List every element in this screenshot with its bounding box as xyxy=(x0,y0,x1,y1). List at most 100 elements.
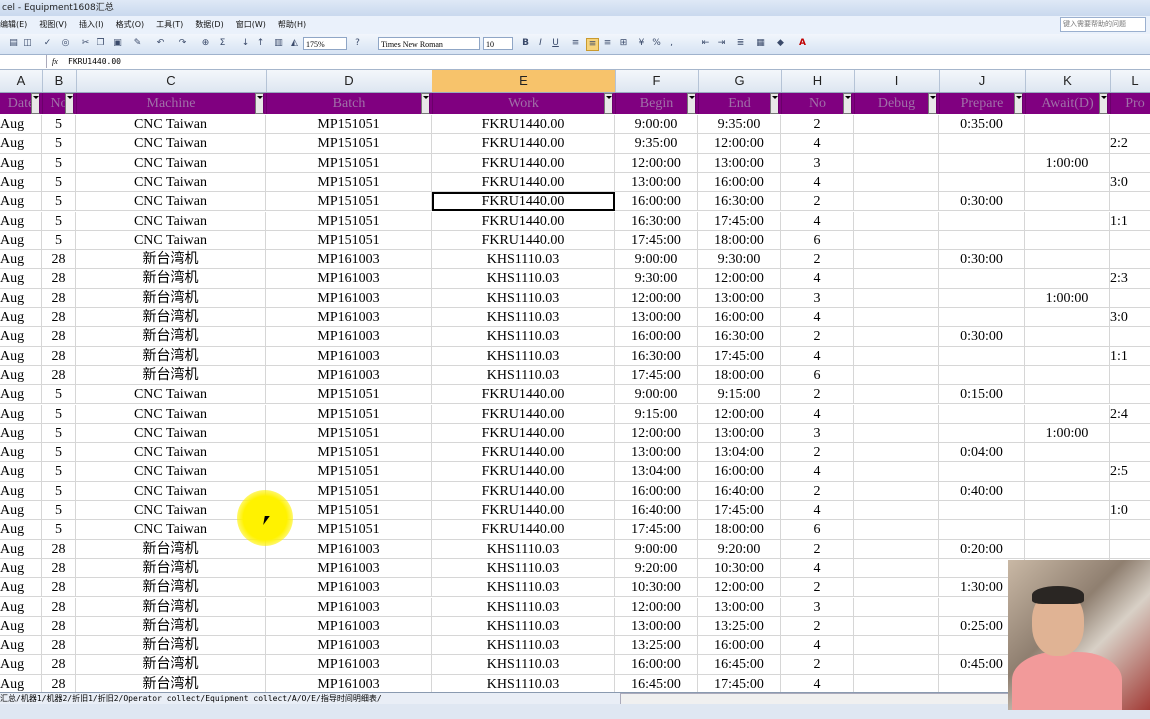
borders-icon[interactable]: ▦ xyxy=(755,38,766,49)
font-name-select[interactable]: Times New Roman xyxy=(378,37,480,50)
table-cell[interactable] xyxy=(939,288,1025,308)
table-cell[interactable]: MP151051 xyxy=(266,211,432,231)
column-letter[interactable]: F xyxy=(615,70,699,92)
table-cell[interactable]: MP151051 xyxy=(266,172,432,192)
table-cell[interactable] xyxy=(939,153,1025,173)
table-cell[interactable]: 2:5 xyxy=(1110,462,1150,481)
table-cell[interactable]: 新台湾机 xyxy=(76,327,266,347)
column-letter[interactable]: L xyxy=(1110,70,1150,92)
table-cell[interactable]: 新台湾机 xyxy=(76,558,266,578)
cut-icon[interactable]: ✂ xyxy=(80,38,91,49)
table-cell[interactable]: 5 xyxy=(42,520,76,540)
table-cell[interactable]: 18:00:00 xyxy=(698,520,781,540)
table-cell[interactable]: Aug xyxy=(0,365,42,385)
table-cell[interactable] xyxy=(854,385,939,405)
table-cell[interactable]: Aug xyxy=(0,250,42,270)
table-cell[interactable]: 3 xyxy=(781,423,854,443)
table-cell[interactable] xyxy=(1110,366,1150,385)
table-cell[interactable] xyxy=(939,404,1025,424)
bold-button[interactable]: B xyxy=(520,38,531,49)
column-letter[interactable]: K xyxy=(1025,70,1111,92)
table-cell[interactable]: 13:25:00 xyxy=(615,636,698,656)
table-cell[interactable]: 4 xyxy=(781,172,854,192)
table-cell[interactable]: CNC Taiwan xyxy=(76,423,266,443)
table-cell[interactable]: 0:30:00 xyxy=(939,192,1025,212)
table-cell[interactable]: FKRU1440.00 xyxy=(432,423,615,443)
chart-icon[interactable]: ▥ xyxy=(273,38,284,49)
table-cell[interactable]: 9:15:00 xyxy=(615,404,698,424)
filter-dropdown-icon[interactable] xyxy=(604,93,613,114)
table-cell[interactable]: 13:04:00 xyxy=(698,443,781,463)
table-cell[interactable]: KHS1110.03 xyxy=(432,269,615,289)
table-cell[interactable]: CNC Taiwan xyxy=(76,134,266,154)
table-cell[interactable]: FKRU1440.00 xyxy=(432,134,615,154)
table-cell[interactable]: 16:30:00 xyxy=(698,327,781,347)
table-cell[interactable] xyxy=(1110,520,1150,539)
table-cell[interactable]: 6 xyxy=(781,230,854,250)
table-cell[interactable] xyxy=(1110,443,1150,462)
table-cell[interactable]: 4 xyxy=(781,211,854,231)
table-cell[interactable] xyxy=(854,423,939,443)
table-cell[interactable] xyxy=(854,578,939,598)
table-cell[interactable]: Aug xyxy=(0,616,42,636)
table-cell[interactable] xyxy=(1110,115,1150,134)
table-cell[interactable]: 28 xyxy=(42,597,76,617)
table-cell[interactable]: 新台湾机 xyxy=(76,655,266,675)
table-cell[interactable] xyxy=(939,365,1025,385)
table-cell[interactable]: MP161003 xyxy=(266,308,432,327)
font-size-select[interactable]: 10 xyxy=(483,37,513,50)
table-cell[interactable]: 9:00:00 xyxy=(615,385,698,405)
increase-indent-icon[interactable]: ⇥ xyxy=(716,38,727,49)
align-left-icon[interactable]: ≡ xyxy=(570,38,581,49)
table-cell[interactable]: 28 xyxy=(42,655,76,675)
table-cell[interactable]: 5 xyxy=(42,172,76,192)
table-cell[interactable]: KHS1110.03 xyxy=(432,578,615,598)
table-cell[interactable] xyxy=(854,211,939,231)
table-cell[interactable] xyxy=(854,616,939,636)
table-cell[interactable] xyxy=(939,230,1025,250)
table-cell[interactable]: 2 xyxy=(781,327,854,347)
table-cell[interactable]: 5 xyxy=(42,134,76,154)
filter-dropdown-icon[interactable] xyxy=(687,93,696,114)
table-cell[interactable] xyxy=(854,481,939,501)
table-cell[interactable]: KHS1110.03 xyxy=(432,674,615,692)
table-cell[interactable]: 13:00:00 xyxy=(698,423,781,443)
table-cell[interactable]: Aug xyxy=(0,346,42,366)
table-cell[interactable] xyxy=(1025,443,1110,463)
table-cell[interactable]: KHS1110.03 xyxy=(432,288,615,308)
table-cell[interactable]: 0:40:00 xyxy=(939,481,1025,501)
table-cell[interactable]: 2 xyxy=(781,250,854,270)
table-cell[interactable] xyxy=(1025,520,1110,540)
table-cell[interactable]: 16:30:00 xyxy=(615,346,698,366)
fx-icon[interactable]: fx xyxy=(52,55,58,69)
table-cell[interactable]: 12:00:00 xyxy=(615,423,698,443)
format-painter-icon[interactable]: ✎ xyxy=(132,38,143,49)
table-cell[interactable]: Aug xyxy=(0,172,42,192)
table-cell[interactable]: 28 xyxy=(42,674,76,692)
table-cell[interactable]: FKRU1440.00 xyxy=(432,443,615,463)
table-cell[interactable] xyxy=(854,250,939,270)
table-cell[interactable]: 28 xyxy=(42,539,76,559)
table-cell[interactable]: 9:00:00 xyxy=(615,115,698,134)
table-cell[interactable] xyxy=(1025,404,1110,424)
table-cell[interactable]: 3 xyxy=(781,288,854,308)
table-cell[interactable]: 12:00:00 xyxy=(615,288,698,308)
autosum-icon[interactable]: Σ xyxy=(217,38,228,49)
column-letter[interactable]: B xyxy=(42,70,77,92)
table-cell[interactable]: Aug xyxy=(0,327,42,347)
column-letter[interactable]: G xyxy=(698,70,782,92)
table-cell[interactable] xyxy=(939,423,1025,443)
table-cell[interactable]: FKRU1440.00 xyxy=(432,520,615,540)
table-cell[interactable] xyxy=(1110,154,1150,173)
help-search-input[interactable]: 键入需要帮助的问题 xyxy=(1060,17,1146,32)
table-cell[interactable] xyxy=(854,597,939,617)
table-cell[interactable]: KHS1110.03 xyxy=(432,327,615,347)
table-cell[interactable]: Aug xyxy=(0,423,42,443)
table-cell[interactable]: MP161003 xyxy=(266,578,432,598)
table-cell[interactable]: Aug xyxy=(0,597,42,617)
table-cell[interactable]: MP151051 xyxy=(266,385,432,405)
spell-icon[interactable]: ✓ xyxy=(42,38,53,49)
font-color-icon[interactable]: A xyxy=(797,38,808,49)
table-cell[interactable]: MP161003 xyxy=(266,346,432,366)
table-cell[interactable]: 17:45:00 xyxy=(698,674,781,692)
